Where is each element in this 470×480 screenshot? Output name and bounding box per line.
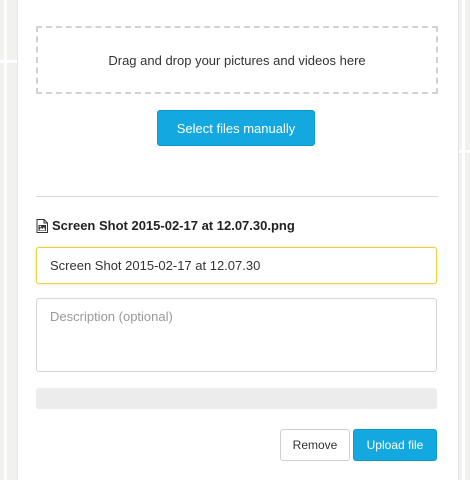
file-name: Screen Shot 2015-02-17 at 12.07.30.png xyxy=(52,218,295,233)
upload-file-button[interactable]: Upload file xyxy=(353,429,437,461)
upload-panel: Drag and drop your pictures and videos h… xyxy=(18,0,458,480)
map-road xyxy=(462,0,465,480)
remove-button[interactable]: Remove xyxy=(280,429,350,461)
image-file-icon xyxy=(36,218,48,233)
dropzone-text: Drag and drop your pictures and videos h… xyxy=(108,52,366,68)
map-road xyxy=(0,60,18,63)
file-dropzone[interactable]: Drag and drop your pictures and videos h… xyxy=(36,26,438,94)
description-input[interactable] xyxy=(36,298,437,372)
map-road xyxy=(4,0,7,480)
file-header: Screen Shot 2015-02-17 at 12.07.30.png xyxy=(36,218,295,233)
upload-progress-bar xyxy=(36,388,437,409)
file-title-input[interactable] xyxy=(36,247,437,284)
select-files-button[interactable]: Select files manually xyxy=(157,110,315,146)
divider xyxy=(36,196,438,197)
